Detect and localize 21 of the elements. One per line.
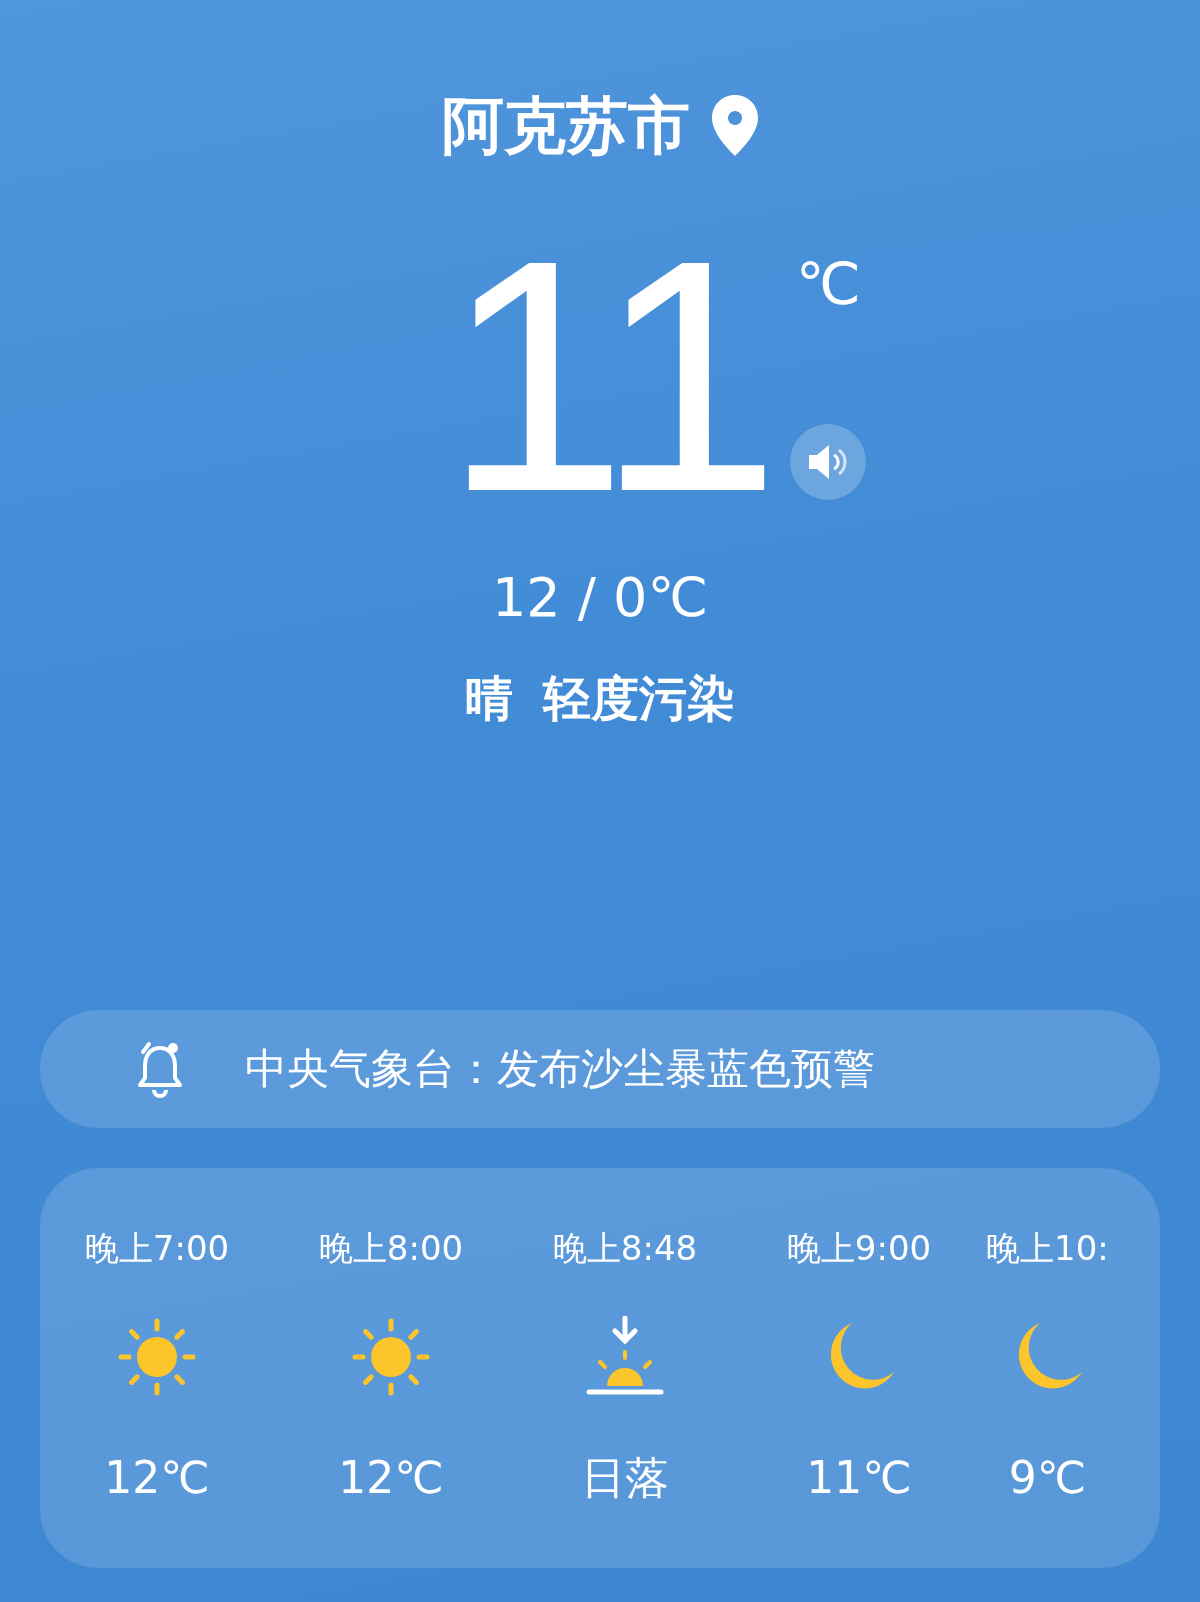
hour-value: 12℃ — [338, 1451, 444, 1505]
air-quality: 轻度污染 — [543, 669, 735, 728]
sunset-icon — [586, 1316, 664, 1398]
hour-time: 晚上7:00 — [84, 1227, 230, 1270]
location-pin-icon — [712, 95, 758, 157]
weather-condition: 晴 — [465, 669, 513, 728]
temperature-unit: ℃ — [795, 252, 861, 316]
hour-value: 9℃ — [1008, 1451, 1087, 1505]
hour-time: 晚上9:00 — [786, 1227, 932, 1270]
current-temperature: 11 — [443, 246, 775, 506]
hour-value: 日落 — [581, 1451, 669, 1505]
city-name: 阿克苏市 — [442, 88, 690, 164]
hour-time: 晚上10: — [986, 1227, 1109, 1270]
weather-alert-card[interactable]: 中央气象台：发布沙尘暴蓝色预警 — [40, 1010, 1160, 1128]
bell-icon — [135, 1040, 185, 1098]
hour-time: 晚上8:48 — [552, 1227, 698, 1270]
temperature-range: 12 / 0℃ — [491, 566, 709, 630]
hour-time: 晚上8:00 — [318, 1227, 464, 1270]
alert-text: 中央气象台：发布沙尘暴蓝色预警 — [245, 1043, 875, 1095]
hour-value: 12℃ — [104, 1451, 210, 1505]
hour-value: 11℃ — [806, 1451, 912, 1505]
